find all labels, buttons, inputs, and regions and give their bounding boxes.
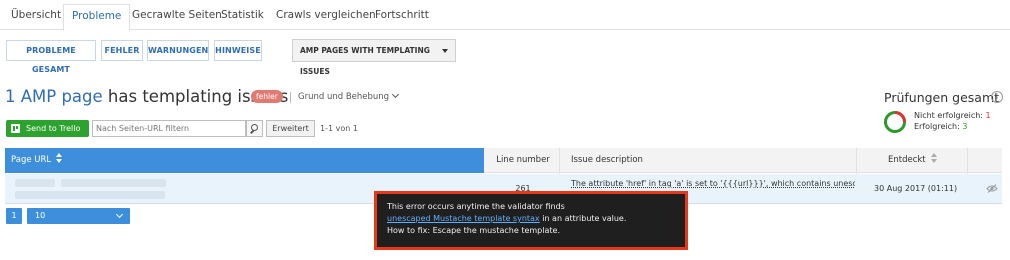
checks-failed-label: Nicht erfolgreich: (914, 111, 986, 120)
sort-icon (56, 153, 63, 163)
column-header-line-number: Line number (496, 155, 550, 165)
reasons-and-fix-label: Grund und Behebung (298, 92, 390, 102)
page-count-link[interactable]: 1 AMP page (5, 87, 103, 106)
column-header-issue-description: Issue description (571, 155, 643, 165)
rows-per-page-select[interactable]: 10 (27, 208, 130, 224)
severity-badge: fehler (251, 90, 283, 103)
issue-tooltip: This error occurs anytime the validator … (374, 191, 688, 250)
issue-description-cell[interactable]: The attribute 'href' in tag 'a' is set t… (571, 179, 855, 189)
page-number-button[interactable]: 1 (6, 208, 22, 224)
rows-per-page-value: 10 (35, 211, 46, 220)
tab-overview[interactable]: Übersicht (3, 4, 69, 30)
divider (290, 92, 291, 103)
redacted-url-part (15, 191, 165, 199)
checks-donut-chart (884, 111, 906, 133)
column-header-found[interactable]: Entdeckt (888, 148, 938, 173)
column-header-found-label: Entdeckt (888, 155, 926, 165)
caret-down-icon (442, 49, 448, 53)
filter-errors-button[interactable]: FEHLER (101, 40, 143, 61)
checks-passed-row: Erfolgreich: 3 (914, 121, 991, 132)
info-icon[interactable]: i (991, 91, 1003, 103)
total-checks-title: Prüfungen gesamt (884, 90, 1000, 105)
url-filter-input[interactable] (92, 120, 246, 137)
tooltip-line-2-text: in an attribute value. (539, 214, 627, 223)
checks-failed-count[interactable]: 1 (986, 111, 991, 120)
reasons-and-fix-toggle[interactable]: Grund und Behebung (298, 90, 400, 102)
found-date-cell: 30 Aug 2017 (01:11) (874, 184, 958, 193)
tab-statistics[interactable]: Statistik (213, 4, 272, 30)
tab-progress[interactable]: Fortschritt (367, 4, 437, 30)
send-to-trello-label: Send to Trello (26, 124, 81, 133)
column-header-page-url[interactable]: Page URL (5, 148, 484, 173)
result-count: 1-1 von 1 (320, 124, 358, 133)
chevron-down-icon (115, 210, 124, 219)
filter-hints-button[interactable]: HINWEISE (214, 40, 262, 61)
sort-icon (930, 153, 938, 163)
tooltip-help-link[interactable]: unescaped Mustache template syntax (387, 214, 540, 223)
chevron-down-icon (392, 90, 400, 99)
send-to-trello-button[interactable]: Send to Trello (6, 120, 89, 137)
issue-type-dropdown-label: AMP PAGES WITH TEMPLATING ISSUES (300, 46, 430, 76)
redacted-url-part (61, 179, 166, 187)
trello-icon (11, 124, 20, 133)
tab-issues[interactable]: Probleme (63, 4, 131, 31)
filter-all-issues-button[interactable]: PROBLEME GESAMT (6, 40, 96, 74)
tooltip-line-3: How to fix: Escape the mustache template… (387, 226, 560, 235)
tooltip-line-2: unescaped Mustache template syntax in an… (387, 213, 685, 225)
tab-bar: Übersicht Probleme Gecrawlte Seiten Stat… (0, 0, 1010, 31)
search-icon-handle (250, 129, 254, 134)
advanced-filter-button[interactable]: Erweitert (266, 120, 315, 137)
filter-warnings-button[interactable]: WARNUNGEN (147, 40, 209, 61)
checks-passed-count[interactable]: 3 (962, 122, 967, 131)
search-button[interactable] (246, 120, 263, 137)
page-title: 1 AMP page has templating issues (5, 87, 288, 106)
checks-failed-row: Nicht erfolgreich: 1 (914, 110, 991, 121)
redacted-url-part (15, 179, 55, 187)
hide-eye-icon[interactable] (986, 184, 998, 193)
checks-passed-label: Erfolgreich: (914, 122, 963, 131)
checks-summary: Nicht erfolgreich: 1 Erfolgreich: 3 (914, 110, 991, 132)
column-header-page-url-label: Page URL (11, 155, 52, 165)
donut-failed-arc (894, 111, 906, 123)
tooltip-line-1: This error occurs anytime the validator … (387, 202, 565, 211)
issue-type-dropdown[interactable]: AMP PAGES WITH TEMPLATING ISSUES (292, 39, 456, 76)
